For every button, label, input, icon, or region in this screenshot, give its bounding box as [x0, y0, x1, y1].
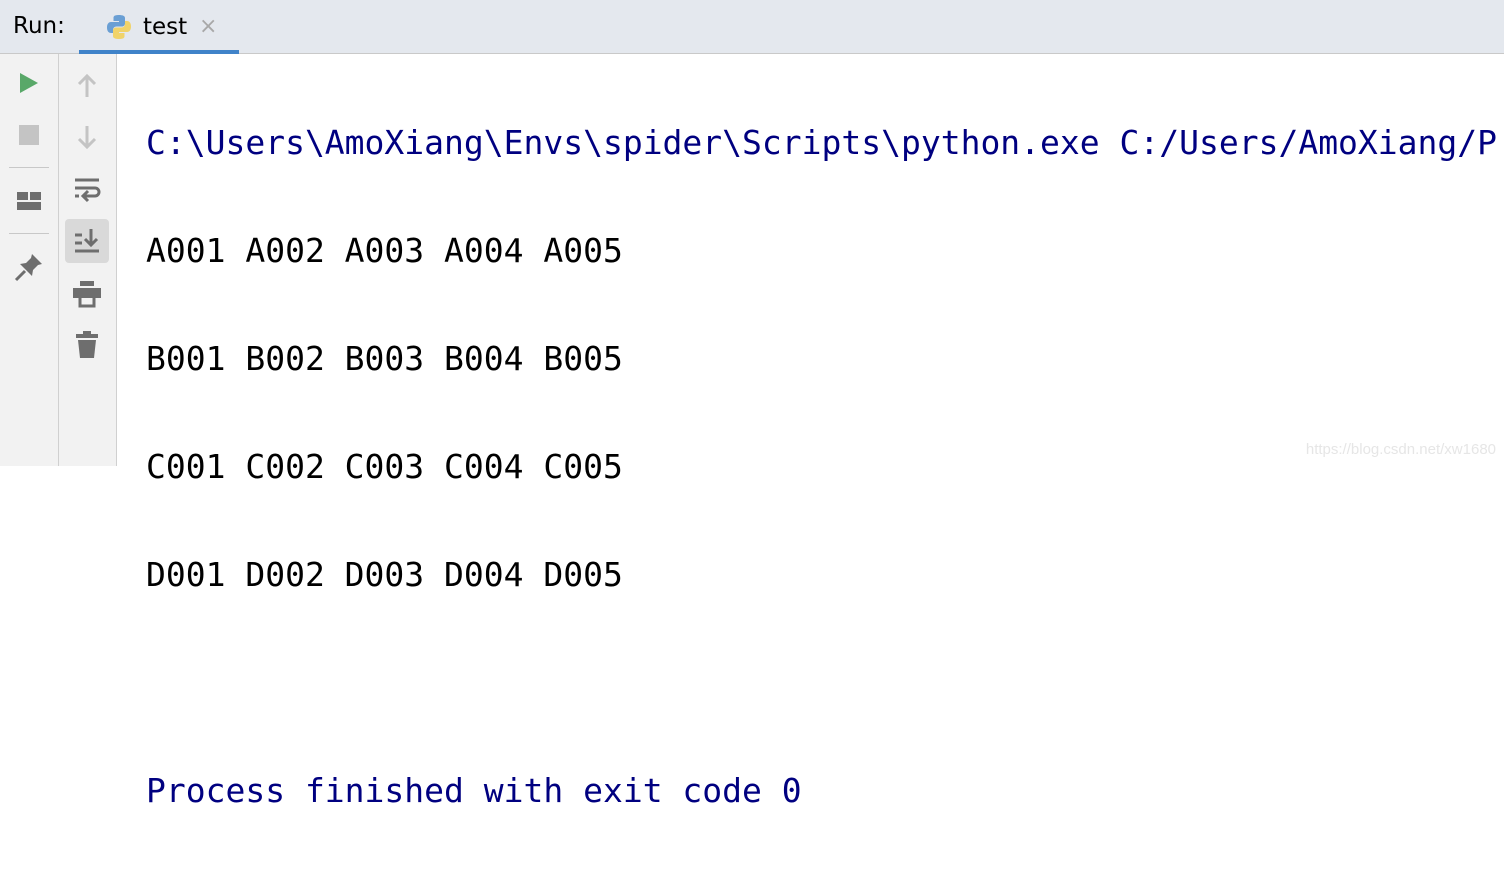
- watermark: https://blog.csdn.net/xw1680: [1305, 441, 1496, 458]
- pin-icon[interactable]: [9, 247, 49, 287]
- console-output[interactable]: C:\Users\AmoXiang\Envs\spider\Scripts\py…: [146, 62, 1497, 872]
- run-toolbar: [0, 54, 59, 466]
- trash-icon[interactable]: [67, 325, 107, 365]
- print-icon[interactable]: [67, 274, 107, 314]
- stop-icon[interactable]: [9, 115, 49, 155]
- divider: [9, 233, 49, 234]
- up-arrow-icon[interactable]: [67, 66, 107, 106]
- python-icon: [107, 15, 131, 39]
- scroll-to-end-icon[interactable]: [65, 219, 109, 263]
- run-tool-window-header: Run: test ×: [0, 0, 1504, 54]
- console-line: B001 B002 B003 B004 B005: [146, 339, 623, 378]
- divider: [9, 167, 49, 168]
- process-exit-message: Process finished with exit code 0: [146, 771, 802, 810]
- run-label: Run:: [13, 13, 65, 39]
- soft-wrap-icon[interactable]: [67, 170, 107, 210]
- console-line: D001 D002 D003 D004 D005: [146, 555, 623, 594]
- run-icon[interactable]: [9, 63, 49, 103]
- console-command-line: C:\Users\AmoXiang\Envs\spider\Scripts\py…: [146, 123, 1498, 162]
- layout-icon[interactable]: [9, 181, 49, 221]
- close-tab-icon[interactable]: ×: [199, 14, 217, 39]
- console-line: C001 C002 C003 C004 C005: [146, 447, 623, 486]
- console-toolbar: [59, 54, 117, 466]
- tab-test[interactable]: test ×: [79, 0, 239, 54]
- tab-label: test: [143, 14, 188, 40]
- down-arrow-icon[interactable]: [67, 117, 107, 157]
- console-line: A001 A002 A003 A004 A005: [146, 231, 623, 270]
